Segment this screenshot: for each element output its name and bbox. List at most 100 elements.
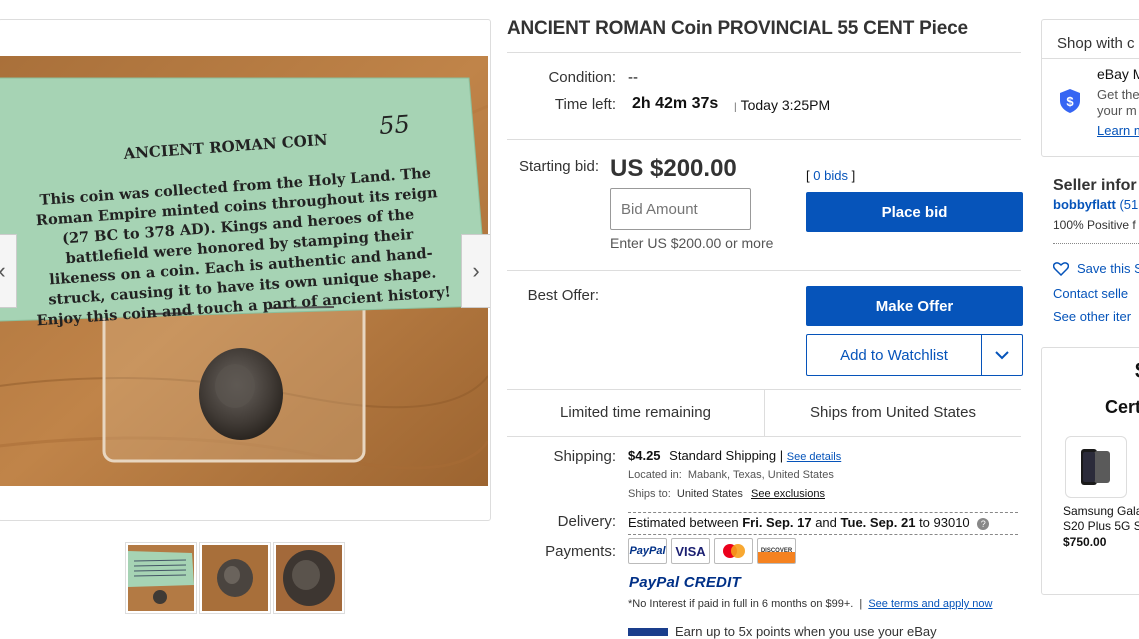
heart-icon [1053, 261, 1069, 276]
delivery-date-end: Tue. Sep. 21 [840, 515, 916, 530]
ships-to-value: United States [676, 488, 743, 500]
credit-note-text: *No Interest if paid in full in 6 months… [628, 598, 854, 610]
promo-line: your m [1097, 103, 1137, 118]
thumbnail-strip [125, 542, 345, 614]
chevron-right-icon: › [472, 258, 480, 283]
divider [1053, 243, 1139, 244]
limited-time-badge: Limited time remaining [560, 404, 711, 421]
svg-text:$: $ [1066, 94, 1074, 109]
product-name[interactable]: S20 Plus 5G S [1063, 519, 1139, 533]
end-time: | Today 3:25PM [734, 97, 830, 113]
delivery-label: Delivery: [557, 513, 616, 530]
seller-feedback: 100% Positive f [1053, 218, 1136, 232]
payments-label: Payments: [545, 543, 616, 560]
delivery-prefix: Estimated between [628, 515, 739, 530]
starting-bid-label: Starting bid: [518, 158, 599, 175]
starting-bid-price: US $200.00 [610, 155, 737, 182]
located-value: Mabank, Texas, United States [687, 469, 834, 481]
save-seller[interactable]: Save this S [1053, 261, 1139, 276]
end-time-value: Today 3:25PM [740, 97, 831, 113]
delivery-and: and [815, 515, 837, 530]
divider [507, 52, 1021, 53]
thumbnail-image [202, 545, 268, 611]
condition-label: Condition: [548, 69, 616, 86]
located-in: Located in: Mabank, Texas, United States [628, 469, 834, 481]
learn-more-link[interactable]: Learn m [1097, 123, 1139, 138]
card-number: 55 [378, 110, 410, 140]
thumbnail-image [276, 545, 342, 611]
seller-name-link[interactable]: bobbyflatt [1053, 197, 1116, 212]
visa-icon: VISA [671, 538, 710, 564]
shop-panel-title: Shop with c [1057, 35, 1135, 52]
thumbnail-2[interactable] [199, 542, 271, 614]
mastercard-logo [722, 544, 745, 558]
seller-name-line: bobbyflatt (51 [1053, 197, 1138, 212]
watchlist-group: Add to Watchlist [806, 334, 1023, 376]
bid-hint: Enter US $200.00 or more [610, 235, 774, 251]
thumbnail-image [128, 545, 194, 611]
delivery-estimate: Estimated between Fri. Sep. 17 and Tue. … [628, 512, 1018, 535]
see-details-link[interactable]: See details [787, 451, 841, 463]
ships-to-label: Ships to: [628, 488, 671, 500]
separator: | [779, 448, 784, 463]
promo-line: Get the [1097, 87, 1139, 102]
shipping-line: $4.25 Standard Shipping | See details [628, 448, 841, 463]
see-other-items-link[interactable]: See other iter [1053, 309, 1131, 324]
make-offer-button[interactable]: Make Offer [806, 286, 1023, 326]
delivery-zip: to 93010 [919, 515, 970, 530]
coin-photo: ANCIENT ROMAN COIN 55 This coin was coll… [0, 56, 488, 486]
divider [507, 436, 1021, 437]
time-left-value: 2h 42m 37s [632, 95, 719, 112]
shield-dollar-icon: $ [1060, 89, 1080, 113]
bid-count: [ 0 bids ] [806, 168, 855, 183]
delivery-date-start: Fri. Sep. 17 [742, 515, 812, 530]
promo-heading: Cert [1105, 397, 1139, 417]
ebay-card-icon [628, 628, 668, 636]
chevron-left-icon: ‹ [0, 258, 6, 284]
discover-icon: DISCOVER [757, 538, 796, 564]
next-image-button[interactable]: › [461, 234, 490, 308]
condition-value: -- [628, 69, 638, 86]
see-exclusions-link[interactable]: See exclusions [751, 488, 825, 500]
main-photo[interactable]: ANCIENT ROMAN COIN 55 This coin was coll… [0, 56, 488, 486]
ships-from-badge: Ships from United States [810, 404, 976, 421]
separator: | [734, 102, 737, 113]
paypal-icon: PayPal [628, 538, 667, 564]
bids-link[interactable]: 0 bids [813, 168, 848, 183]
shipping-label: Shipping: [553, 448, 616, 465]
chevron-down-icon [995, 350, 1009, 359]
divider [1042, 58, 1139, 59]
bid-amount-input[interactable] [610, 188, 751, 230]
best-offer-label: Best Offer: [527, 287, 599, 304]
prev-image-button[interactable]: ‹ [0, 234, 17, 308]
add-to-watchlist-button[interactable]: Add to Watchlist [807, 335, 982, 375]
mastercard-icon [714, 538, 753, 564]
place-bid-button[interactable]: Place bid [806, 192, 1023, 232]
contact-seller-link[interactable]: Contact selle [1053, 286, 1128, 301]
shop-with-panel: Shop with c $ eBay M Get the your m Lear… [1041, 19, 1139, 157]
promo-symbol: $ [1135, 358, 1139, 384]
product-image[interactable] [1065, 436, 1127, 498]
listing-title: ANCIENT ROMAN Coin PROVINCIAL 55 CENT Pi… [507, 18, 968, 39]
watchlist-dropdown-button[interactable] [982, 335, 1022, 375]
paypal-credit-logo: PayPal CREDIT [629, 574, 741, 591]
credit-terms-link[interactable]: See terms and apply now [868, 598, 992, 610]
seller-score-link[interactable]: (51 [1119, 197, 1138, 212]
mastercard-promo-title: eBay M [1097, 66, 1139, 82]
located-label: Located in: [628, 469, 682, 481]
divider [507, 139, 1021, 140]
bracket: ] [851, 168, 856, 183]
shipping-method: Standard Shipping [669, 448, 777, 463]
help-icon[interactable]: ? [977, 518, 990, 530]
save-seller-link[interactable]: Save this S [1077, 261, 1139, 276]
shipping-cost: $4.25 [628, 448, 661, 463]
ships-to: Ships to: United States See exclusions [628, 488, 825, 500]
product-name[interactable]: Samsung Gala [1063, 504, 1139, 518]
bracket: [ [806, 168, 810, 183]
payment-methods: PayPal VISA DISCOVER [628, 538, 796, 564]
time-left-label: Time left: [554, 96, 616, 113]
ebay-points-promo: Earn up to 5x points when you use your e… [675, 624, 937, 639]
paypal-credit-note: *No Interest if paid in full in 6 months… [628, 598, 992, 610]
thumbnail-1[interactable] [125, 542, 197, 614]
thumbnail-3[interactable] [273, 542, 345, 614]
